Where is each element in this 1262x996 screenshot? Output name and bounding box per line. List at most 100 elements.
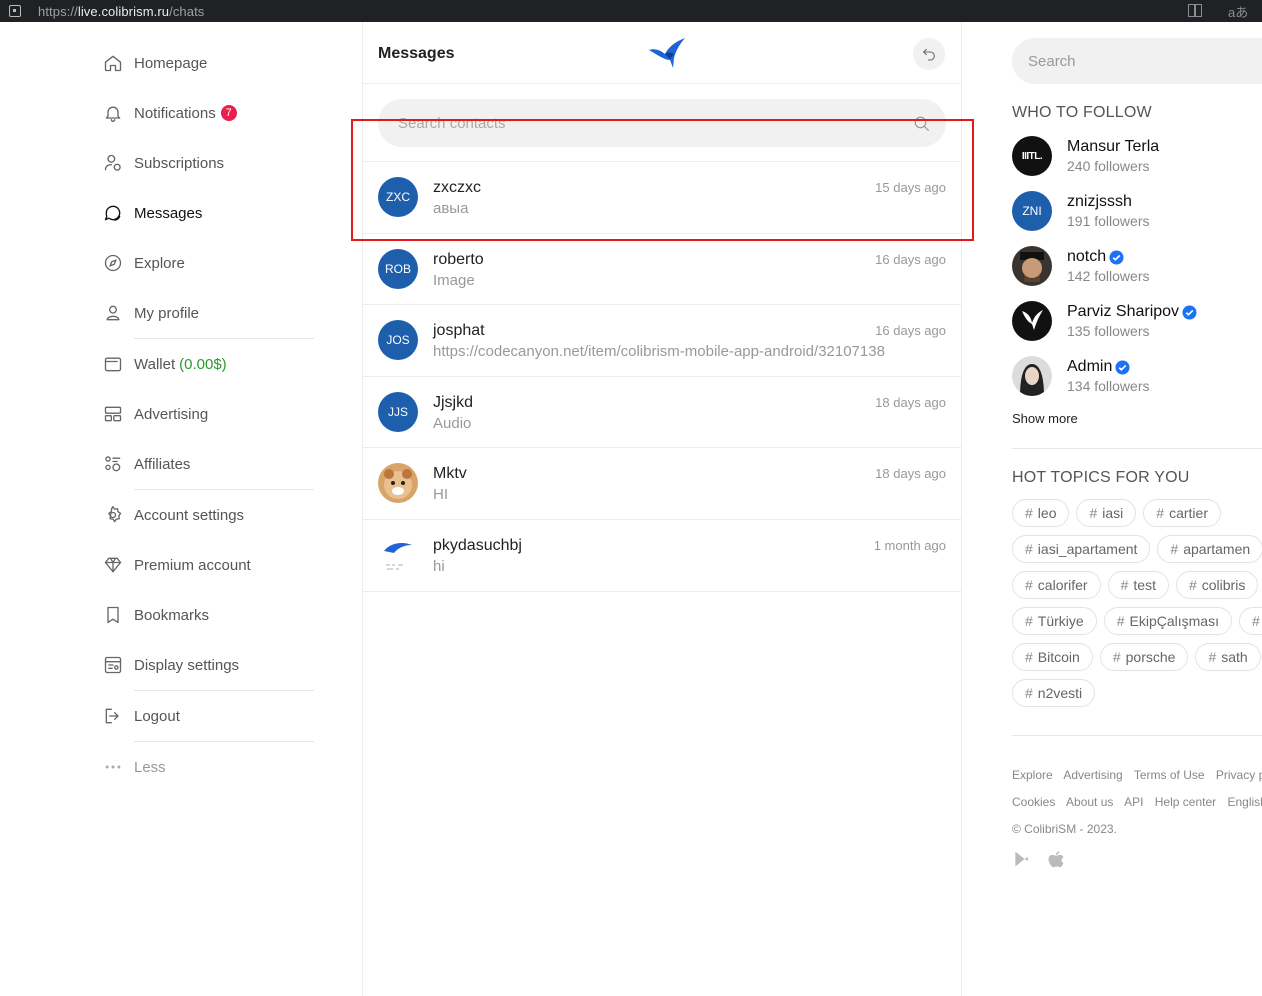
topic-tag[interactable]: # test [1107,571,1169,599]
topic-tag[interactable]: # Bitcoin [1012,643,1093,671]
topic-tag[interactable]: # EkipÇalışması [1103,607,1232,635]
topic-tag[interactable]: # colibris [1175,571,1259,599]
nav-affiliates[interactable]: Affiliates [102,439,314,489]
footer-link-about[interactable]: About us [1066,795,1113,809]
hot-topics-title: HOT TOPICS FOR YOU [1012,469,1190,486]
section-divider [1012,735,1262,736]
nav-messages[interactable]: Messages [102,188,314,238]
nav-homepage[interactable]: Homepage [102,38,314,88]
topic-tag[interactable]: # iasi [1076,499,1137,527]
nav-logout[interactable]: Logout [102,691,314,741]
footer-link-privacy[interactable]: Privacy p [1216,768,1262,782]
notification-badge: 7 [218,103,239,123]
topic-tag[interactable]: # leo [1012,499,1070,527]
hashtag-icon: # [1025,613,1033,629]
nav-explore[interactable]: Explore [102,238,314,288]
advertising-icon [102,403,124,425]
hashtag-icon: # [1120,577,1129,593]
diamond-icon [102,554,124,576]
nav-label: Affiliates [134,455,191,473]
nav-display-settings[interactable]: Display settings [102,640,314,690]
compass-icon [102,252,124,274]
topic-tag[interactable]: # sath [1195,643,1261,671]
nav-bookmarks[interactable]: Bookmarks [102,590,314,640]
topic-tag[interactable]: # apartamen [1157,535,1262,563]
follow-suggestion[interactable]: notch 142 followers [1012,238,1262,293]
follow-suggestion[interactable]: Admin 134 followers [1012,348,1262,403]
follow-suggestion[interactable]: ZNI znizjsssh 191 followers [1012,183,1262,238]
topic-tag[interactable]: # n2vesti [1012,679,1096,707]
nav-label: Premium account [134,556,251,574]
section-divider [1012,448,1262,449]
footer-link-api[interactable]: API [1124,795,1143,809]
topic-tag[interactable]: # cartier [1143,499,1221,527]
topic-tag[interactable]: # iasi_apartament [1012,535,1151,563]
apps-icon[interactable] [1188,4,1202,17]
nav-label: Account settings [134,506,245,524]
messages-icon [102,202,124,224]
nav-label: Messages [134,204,203,222]
topic-tag[interactable]: # porsche [1099,643,1189,671]
chat-preview: https://codecanyon.net/item/colibrism-mo… [433,343,885,361]
colibri-logo-icon[interactable] [647,36,687,70]
topic-tag[interactable]: # Türkiye [1012,607,1097,635]
sidebar-nav: Homepage Notifications 7 Subscriptions M… [102,38,314,792]
nav-my-profile[interactable]: My profile [102,288,314,338]
avatar [1012,246,1052,286]
chat-row[interactable]: JJS Jjsjkd Audio 18 days ago [363,377,961,449]
follow-suggestion[interactable]: IIITL. Mansur Terla 240 followers [1012,128,1262,183]
page-info-icon[interactable] [9,5,21,17]
hot-topics-tags: # leo # iasi # cartier # iasi_apartament # ap… [1012,499,1262,707]
avatar: JOS [378,320,418,361]
follow-count: 240 followers [1067,158,1150,174]
nav-label: Notifications [134,104,216,122]
right-sidebar: WHO TO FOLLOW IIITL. Mansur Terla 240 fo… [1012,38,1262,869]
footer-link-advertising[interactable]: Advertising [1063,768,1122,782]
chat-row[interactable]: JOS josphat https://codecanyon.net/item/… [363,305,961,377]
nav-wallet[interactable]: Wallet (0.00$) [102,339,314,389]
search-icon[interactable] [913,115,931,133]
translate-icon[interactable]: aあ [1228,2,1248,21]
show-more-link[interactable]: Show more [1012,411,1262,426]
hashtag-icon: # [1188,577,1197,593]
nav-less[interactable]: Less [102,742,314,792]
footer-link-terms[interactable]: Terms of Use [1134,768,1205,782]
hashtag-icon: # [1025,577,1033,593]
footer-link-language[interactable]: English [1227,795,1262,809]
chat-time: 18 days ago [875,466,946,482]
nav-account-settings[interactable]: Account settings [102,490,314,540]
copyright: © ColibriSM - 2023. [1012,822,1117,836]
nav-label: Logout [134,707,180,725]
chat-row[interactable]: Mktv HI 18 days ago [363,448,961,520]
nav-premium-account[interactable]: Premium account [102,540,314,590]
avatar [1012,356,1052,396]
url-text[interactable]: https://live.colibrism.ru/chats [38,4,204,19]
follow-name: notch [1067,248,1124,266]
nav-notifications[interactable]: Notifications 7 [102,88,314,138]
google-play-icon[interactable] [1012,849,1032,869]
topic-tag[interactable]: # [1238,607,1262,635]
chat-name: Mktv [433,465,467,483]
nav-advertising[interactable]: Advertising [102,389,314,439]
user-icon [102,302,124,324]
topic-tag[interactable]: # calorifer [1012,571,1101,599]
footer-links: Explore Advertising Terms of Use Privacy… [1012,762,1262,843]
apple-icon[interactable] [1046,849,1066,869]
verified-icon [1109,249,1124,265]
chat-row[interactable]: ZXC zxczxc авыа 15 days ago [363,162,961,234]
follow-name: Mansur Terla [1067,138,1160,155]
global-search-input[interactable] [1012,38,1262,84]
avatar [1012,301,1052,341]
follow-suggestion[interactable]: Parviz Sharipov 135 followers [1012,293,1262,348]
affiliates-icon [102,453,124,475]
contacts-search-input[interactable] [378,99,946,147]
chat-row[interactable]: pkydasuchbj hi 1 month ago [363,520,961,592]
chat-row[interactable]: ROB roberto Image 16 days ago [363,234,961,306]
footer-link-explore[interactable]: Explore [1012,768,1053,782]
app-store-links [1012,849,1262,869]
back-button[interactable] [913,38,945,70]
nav-label: Homepage [134,54,208,72]
nav-subscriptions[interactable]: Subscriptions [102,138,314,188]
footer-link-help[interactable]: Help center [1155,795,1216,809]
footer-link-cookies[interactable]: Cookies [1012,795,1055,809]
